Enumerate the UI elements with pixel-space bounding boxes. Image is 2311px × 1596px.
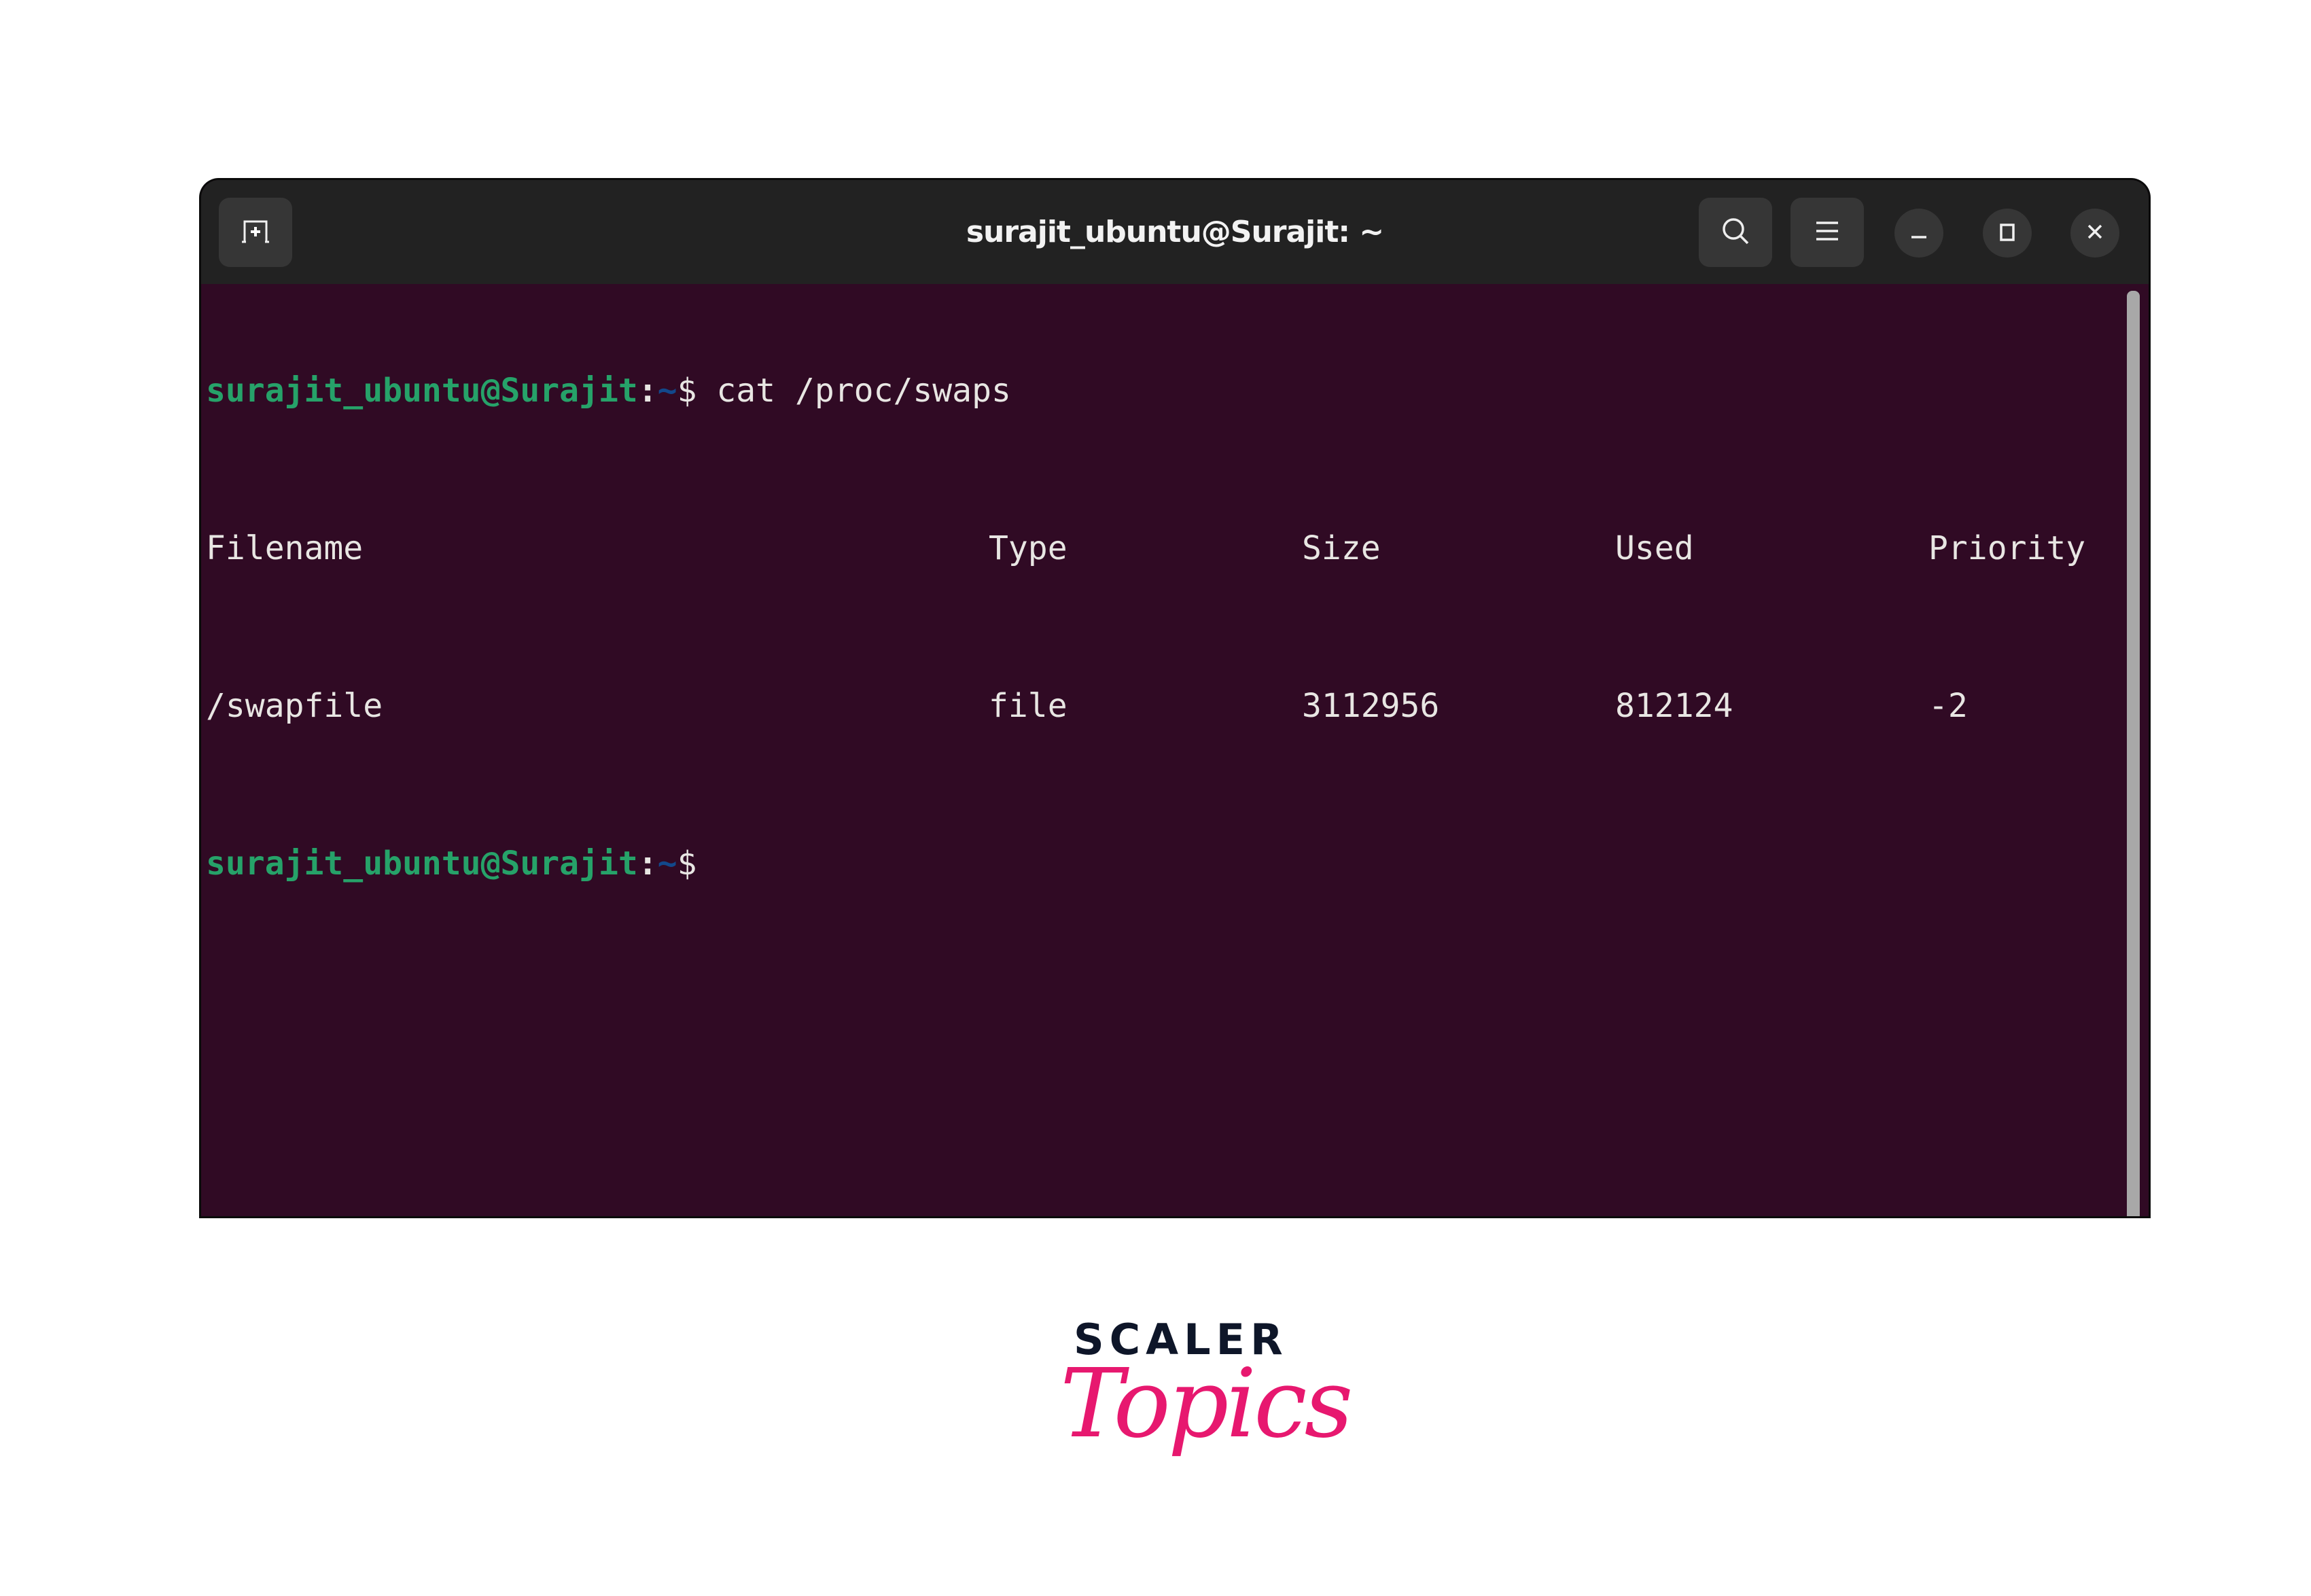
- table-row: /swapfile file 3112956 812124 -2: [206, 686, 2128, 726]
- search-button[interactable]: [1699, 198, 1772, 267]
- prompt-symbol: $: [677, 845, 697, 883]
- cell-type: file: [989, 687, 1068, 725]
- title-bar[interactable]: surajit_ubuntu@Surajit: ~: [201, 180, 2149, 284]
- cell-priority: -2: [1928, 687, 1968, 725]
- prompt-directory: ~: [657, 845, 677, 883]
- command-text: cat /proc/swaps: [696, 372, 1011, 410]
- header-priority: Priority: [1928, 529, 2086, 567]
- header-type: Type: [989, 529, 1068, 567]
- close-button[interactable]: [2070, 209, 2119, 258]
- prompt-line: surajit_ubuntu@Surajit:~$: [206, 844, 2128, 883]
- close-icon: [2084, 221, 2106, 245]
- terminal-window: surajit_ubuntu@Surajit: ~ surajit_ubuntu…: [201, 180, 2149, 1216]
- cell-size: 3112956: [1302, 687, 1440, 725]
- menu-button[interactable]: [1790, 198, 1864, 267]
- prompt-colon: :: [637, 845, 658, 883]
- scaler-topics-logo: SCALER Topics: [1060, 1315, 1353, 1491]
- cell-filename: /swapfile: [206, 687, 383, 725]
- minimize-icon: [1908, 221, 1930, 245]
- table-header-row: Filename Type Size Used Priority: [206, 529, 2128, 568]
- header-used: Used: [1615, 529, 1694, 567]
- prompt-user-host: surajit_ubuntu@Surajit: [206, 845, 638, 883]
- search-icon: [1719, 215, 1752, 250]
- maximize-icon: [1996, 221, 2018, 245]
- minimize-button[interactable]: [1894, 209, 1943, 258]
- prompt-user-host: surajit_ubuntu@Surajit: [206, 372, 638, 410]
- maximize-button[interactable]: [1983, 209, 2032, 258]
- terminal-output[interactable]: surajit_ubuntu@Surajit:~$ cat /proc/swap…: [206, 284, 2128, 1216]
- prompt-symbol: $: [677, 372, 697, 410]
- vertical-scrollbar[interactable]: [2127, 291, 2140, 1216]
- header-filename: Filename: [206, 529, 364, 567]
- cell-used: 812124: [1615, 687, 1733, 725]
- hamburger-menu-icon: [1814, 217, 1841, 247]
- prompt-directory: ~: [657, 372, 677, 410]
- command-line: surajit_ubuntu@Surajit:~$ cat /proc/swap…: [206, 371, 2128, 410]
- header-size: Size: [1302, 529, 1381, 567]
- prompt-colon: :: [637, 372, 658, 410]
- logo-topics-text: Topics: [1060, 1349, 1353, 1459]
